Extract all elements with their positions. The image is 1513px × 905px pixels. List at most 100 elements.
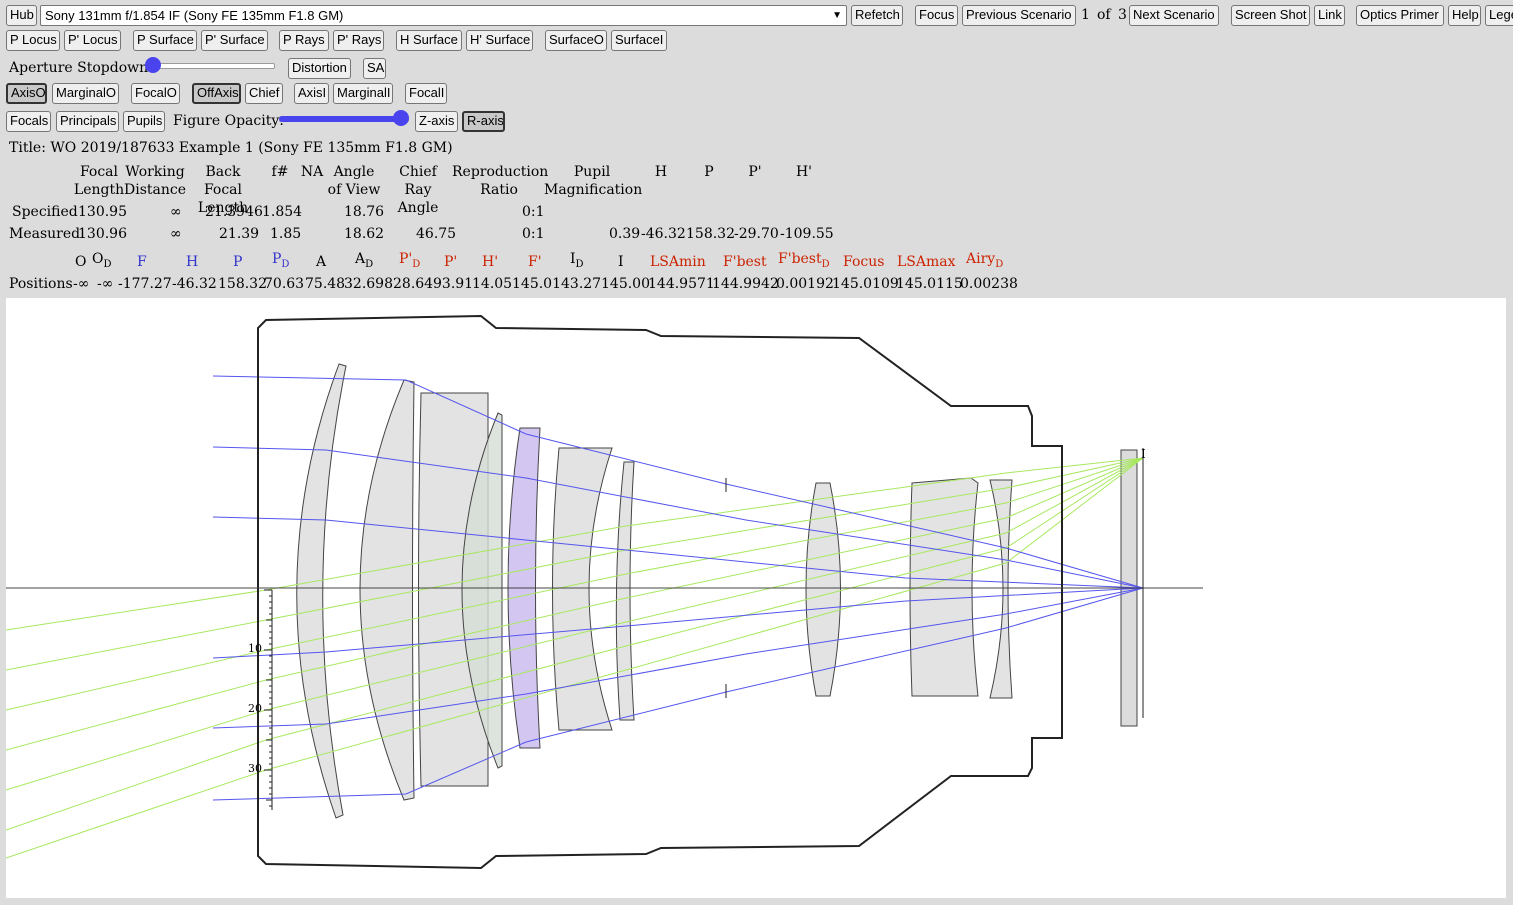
pos-value-i: 145.00: [601, 276, 650, 292]
opacity-slider[interactable]: [279, 110, 409, 126]
p-surface-button[interactable]: P Surface: [133, 30, 197, 51]
p-prime-surface-button[interactable]: P' Surface: [201, 30, 268, 51]
pos-label-ad: AD: [355, 251, 374, 270]
focal-o-button[interactable]: FocalO: [131, 83, 180, 104]
specified-bfl: 21.3946: [205, 204, 263, 220]
screen-shot-button[interactable]: Screen Shot: [1231, 5, 1310, 26]
header-f-number: f#: [271, 164, 289, 180]
measured-p-prime: -29.70: [734, 226, 779, 242]
next-scenario-button[interactable]: Next Scenario: [1129, 5, 1219, 26]
pos-value-p-prime-d: 28.64: [393, 276, 434, 292]
h-surface-button[interactable]: H Surface: [396, 30, 462, 51]
lens-select-value: Sony 131mm f/1.854 IF (Sony FE 135mm F1.…: [45, 8, 344, 23]
aperture-slider-track: [145, 63, 275, 69]
header-working-distance: Working Distance: [124, 164, 187, 198]
chief-button[interactable]: Chief: [245, 83, 283, 104]
pos-label-h: H: [186, 254, 199, 270]
pos-value-p-prime: 93.91: [433, 276, 474, 292]
focals-button[interactable]: Focals: [6, 111, 51, 132]
specified-f-number: 1.854: [262, 204, 303, 220]
aperture-slider[interactable]: [145, 57, 275, 73]
p-prime-rays-button[interactable]: P' Rays: [333, 30, 384, 51]
surface-i-button[interactable]: SurfaceI: [611, 30, 667, 51]
measured-angle-of-view: 18.62: [344, 226, 385, 242]
distortion-button[interactable]: Distortion: [288, 58, 351, 79]
header-reproduction-ratio: Reproduction Ratio: [452, 164, 549, 198]
r-axis-button[interactable]: R-axis: [462, 111, 505, 132]
specified-focal-length: 130.95: [78, 204, 127, 220]
pos-value-id: 43.27: [561, 276, 602, 292]
p-rays-button[interactable]: P Rays: [279, 30, 329, 51]
surface-o-button[interactable]: SurfaceO: [545, 30, 607, 51]
pos-label-od: OD: [92, 251, 112, 270]
pos-value-lsamax: 145.0115: [896, 276, 963, 292]
marginal-i-button[interactable]: MarginalI: [333, 83, 393, 104]
help-button[interactable]: Help: [1448, 5, 1481, 26]
opacity-slider-thumb[interactable]: [393, 110, 409, 126]
specified-working-distance: ∞: [170, 204, 182, 220]
focal-i-button[interactable]: FocalI: [405, 83, 447, 104]
pos-label-a: A: [316, 254, 327, 270]
measured-h: -46.32: [641, 226, 686, 242]
header-focal-length: Focal Length: [73, 164, 125, 198]
lens-element-2: [359, 379, 415, 801]
opacity-label: Figure Opacity:: [173, 113, 284, 129]
specified-reproduction-ratio: 0:1: [522, 204, 545, 220]
principals-button[interactable]: Principals: [56, 111, 119, 132]
measured-pupil-magnification: 0.39: [609, 226, 641, 242]
header-chief-ray-angle: Chief Ray Angle: [397, 164, 439, 216]
marginal-o-button[interactable]: MarginalO: [52, 83, 119, 104]
axis-i-button[interactable]: AxisI: [294, 83, 329, 104]
measured-working-distance: ∞: [170, 226, 182, 242]
pos-label-lsamax: LSAmax: [897, 254, 956, 270]
aperture-slider-thumb[interactable]: [145, 57, 161, 73]
pos-value-h: -46.32: [172, 276, 217, 292]
measured-reproduction-ratio: 0:1: [522, 226, 545, 242]
pos-label-h-prime: H': [482, 254, 499, 270]
p-prime-locus-button[interactable]: P' Locus: [64, 30, 121, 51]
pos-value-fbest: 144.9942: [712, 276, 779, 292]
pos-value-od: -∞: [97, 276, 114, 292]
header-h-prime: H': [795, 164, 813, 180]
measured-h-prime: -109.55: [780, 226, 834, 242]
header-p-prime: P': [748, 164, 762, 180]
pupils-button[interactable]: Pupils: [123, 111, 165, 132]
header-pupil-magnification: Pupil Magnification: [544, 164, 643, 198]
pos-label-p-prime-d: P'D: [399, 251, 421, 270]
pos-label-fbest-d: F'bestD: [778, 251, 830, 270]
pos-label-i: I: [618, 254, 624, 270]
measured-p: 158.32: [686, 226, 735, 242]
pos-label-p-prime: P': [444, 254, 458, 270]
lens-select[interactable]: Sony 131mm f/1.854 IF (Sony FE 135mm F1.…: [40, 5, 847, 26]
refetch-button[interactable]: Refetch: [851, 5, 903, 26]
axis-o-button[interactable]: AxisO: [6, 83, 47, 104]
previous-scenario-button[interactable]: Previous Scenario: [962, 5, 1076, 26]
pos-value-o: -∞: [73, 276, 90, 292]
optics-primer-button[interactable]: Optics Primer: [1356, 5, 1444, 26]
scenario-of: of: [1097, 7, 1111, 23]
specified-angle-of-view: 18.76: [344, 204, 385, 220]
h-prime-surface-button[interactable]: H' Surface: [466, 30, 533, 51]
scale-label-30: 30: [248, 762, 262, 775]
sa-button[interactable]: SA: [363, 58, 386, 79]
specified-label: Specified: [12, 204, 78, 220]
legend-button[interactable]: Lege: [1485, 5, 1513, 26]
pos-value-p: 158.32: [218, 276, 267, 292]
opacity-slider-fill: [279, 116, 401, 122]
pos-value-f-prime: 145.01: [512, 276, 561, 292]
p-locus-button[interactable]: P Locus: [6, 30, 60, 51]
measured-label: Measured: [9, 226, 81, 242]
focus-button[interactable]: Focus: [915, 5, 958, 26]
z-axis-button[interactable]: Z-axis: [415, 111, 458, 132]
header-angle-of-view: Angle of View: [327, 164, 381, 198]
lens-elements: [296, 363, 1138, 819]
image-plane-label: I: [1141, 447, 1146, 461]
hub-button[interactable]: Hub: [6, 5, 37, 26]
pos-value-airy-d: 0.00238: [960, 276, 1018, 292]
pos-value-focus: 145.0109: [832, 276, 899, 292]
off-axis-button[interactable]: OffAxis: [192, 83, 241, 104]
lens-diagram[interactable]: I 10 20 30: [5, 298, 1506, 898]
link-button[interactable]: Link: [1314, 5, 1345, 26]
header-p: P: [704, 164, 714, 180]
pos-value-fbest-d: 0.00192: [776, 276, 834, 292]
